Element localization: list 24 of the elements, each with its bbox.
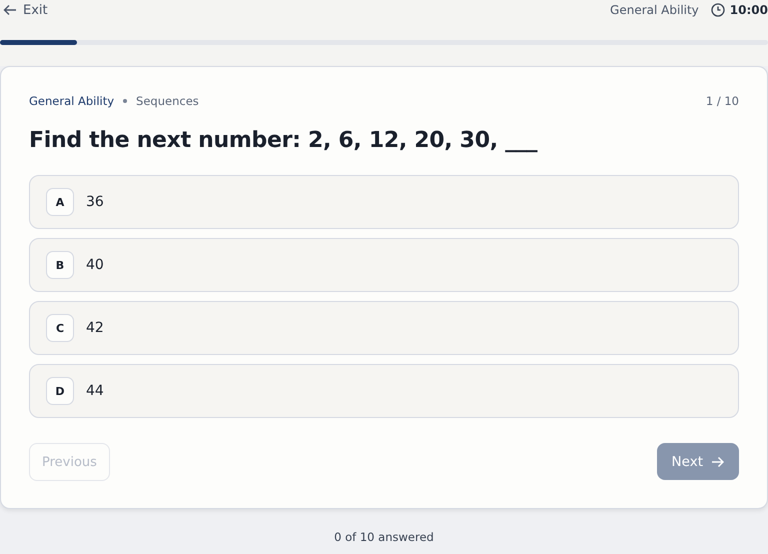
answer-option[interactable]: B 40 <box>29 238 739 292</box>
question-counter: 1 / 10 <box>706 94 739 108</box>
answer-option[interactable]: C 42 <box>29 301 739 355</box>
option-letter: A <box>46 188 74 216</box>
option-text: 42 <box>86 320 104 336</box>
answered-count: 0 of 10 answered <box>333 530 435 544</box>
subcategory-label: Sequences <box>136 94 199 108</box>
answer-option[interactable]: D 44 <box>29 364 739 418</box>
option-text: 40 <box>86 257 104 273</box>
separator-dot <box>123 99 128 103</box>
question-text: Find the next number: 2, 6, 12, 20, 30, ___ <box>29 128 538 153</box>
option-text: 44 <box>86 383 104 399</box>
option-letter: D <box>46 377 74 405</box>
option-letter: B <box>46 251 74 279</box>
clock-icon <box>710 3 725 17</box>
answer-option[interactable]: A 36 <box>29 175 739 229</box>
category-label: General Ability <box>29 94 114 108</box>
back-arrow-icon <box>3 4 17 16</box>
forward-arrow-icon <box>711 456 724 468</box>
timer: 10:00 <box>730 3 768 17</box>
section-label: General Ability <box>610 3 699 17</box>
option-letter: C <box>46 314 74 342</box>
exit-button[interactable]: Exit <box>3 2 48 18</box>
option-text: 36 <box>86 194 104 210</box>
